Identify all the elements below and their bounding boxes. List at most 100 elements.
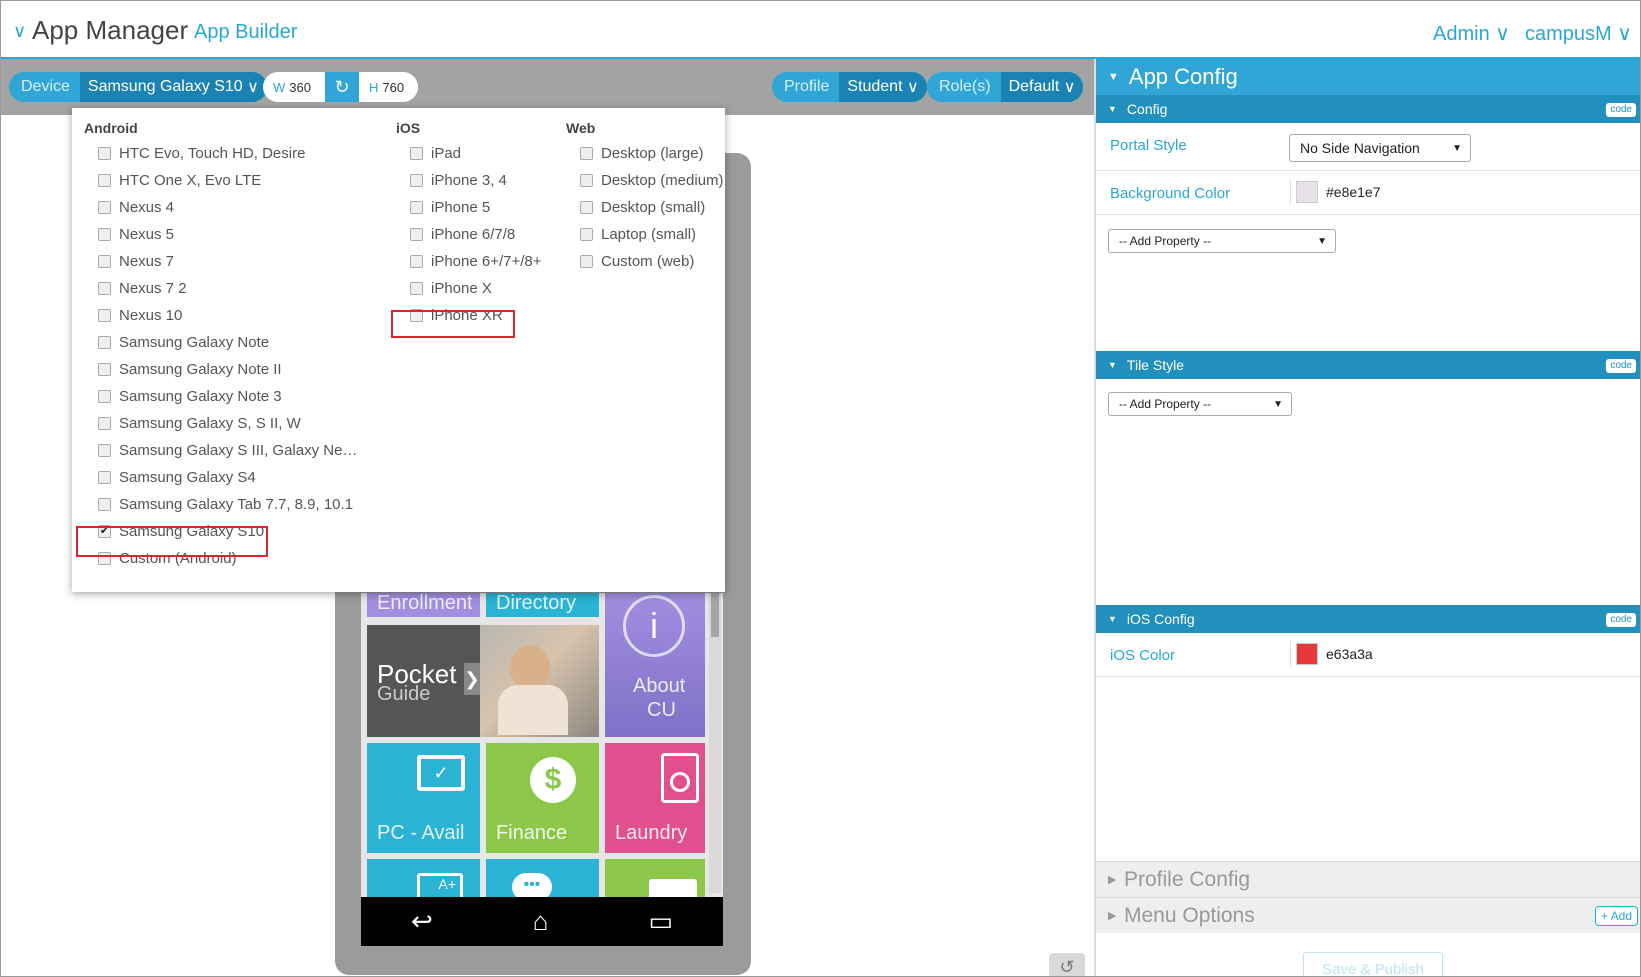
device-option[interactable]: iPhone 6+/7+/8+ bbox=[396, 248, 542, 275]
checkbox-icon[interactable] bbox=[580, 201, 593, 214]
device-option[interactable]: Nexus 7 bbox=[84, 248, 357, 275]
device-option[interactable]: Samsung Galaxy Note II bbox=[84, 356, 357, 383]
device-option[interactable]: Samsung Galaxy Note 3 bbox=[84, 383, 357, 410]
preview-scrollbar[interactable] bbox=[709, 593, 721, 893]
checkbox-icon[interactable] bbox=[98, 228, 111, 241]
ios-color-swatch[interactable] bbox=[1296, 643, 1318, 665]
ios-config-code-button[interactable]: code bbox=[1606, 613, 1636, 627]
device-option[interactable]: Nexus 7 2 bbox=[84, 275, 357, 302]
profile-config-section[interactable]: ▶ Profile Config bbox=[1096, 861, 1640, 897]
device-option[interactable]: iPhone X bbox=[396, 275, 542, 302]
tile-directory[interactable]: Directory bbox=[486, 593, 599, 617]
checkbox-icon[interactable] bbox=[580, 147, 593, 160]
undo-icon[interactable]: ↺ bbox=[1049, 953, 1085, 976]
device-option[interactable]: Desktop (small) bbox=[566, 194, 724, 221]
save-publish-button[interactable]: Save & Publish bbox=[1303, 952, 1443, 976]
config-code-button[interactable]: code bbox=[1606, 103, 1636, 117]
device-label: Device bbox=[21, 78, 70, 95]
device-value[interactable]: Samsung Galaxy S10 ∨ bbox=[79, 72, 267, 102]
checkbox-icon[interactable] bbox=[98, 471, 111, 484]
ios-config-section-header[interactable]: ▼ iOS Config code bbox=[1096, 605, 1640, 633]
checkbox-icon[interactable] bbox=[98, 498, 111, 511]
device-option[interactable]: Samsung Galaxy S III, Galaxy Ne… bbox=[84, 437, 357, 464]
device-option[interactable]: Desktop (large) bbox=[566, 140, 724, 167]
tile-enrollment[interactable]: Enrollment bbox=[367, 593, 480, 617]
tile-finance[interactable]: $ Finance bbox=[486, 743, 599, 853]
checkbox-icon[interactable] bbox=[98, 174, 111, 187]
checkbox-icon[interactable] bbox=[580, 174, 593, 187]
menu-options-section[interactable]: ▶ Menu Options + Add bbox=[1096, 897, 1640, 933]
org-menu[interactable]: campusM ∨ bbox=[1525, 21, 1632, 46]
height-value[interactable]: 760 bbox=[382, 80, 418, 95]
device-option[interactable]: Samsung Galaxy S, S II, W bbox=[84, 410, 357, 437]
checkbox-icon[interactable] bbox=[580, 255, 593, 268]
config-add-property-select[interactable]: -- Add Property -- ▼ bbox=[1108, 229, 1336, 253]
device-option[interactable]: Nexus 4 bbox=[84, 194, 357, 221]
width-value[interactable]: 360 bbox=[289, 80, 325, 95]
checkbox-icon[interactable] bbox=[98, 282, 111, 295]
back-icon[interactable]: ↩ bbox=[411, 906, 433, 937]
device-option[interactable]: iPhone 5 bbox=[396, 194, 542, 221]
device-option[interactable]: Custom (web) bbox=[566, 248, 724, 275]
preview-scroll-thumb[interactable] bbox=[711, 593, 719, 637]
checkbox-icon[interactable] bbox=[580, 228, 593, 241]
width-field[interactable]: W 360 ↻ H 760 bbox=[263, 72, 419, 102]
tile-style-section-header[interactable]: ▼ Tile Style code bbox=[1096, 351, 1640, 379]
app-config-title[interactable]: ▼ App Config bbox=[1096, 59, 1640, 95]
checkbox-icon[interactable] bbox=[410, 228, 423, 241]
app-builder-link[interactable]: App Builder bbox=[194, 21, 297, 44]
tile-style-add-property-select[interactable]: -- Add Property -- ▼ bbox=[1108, 392, 1292, 416]
checkbox-icon[interactable] bbox=[98, 417, 111, 430]
home-icon[interactable]: ⌂ bbox=[533, 906, 549, 937]
tile-about-cu[interactable]: i About CU bbox=[605, 593, 705, 737]
checkbox-icon[interactable] bbox=[410, 201, 423, 214]
background-color-swatch[interactable] bbox=[1296, 181, 1318, 203]
refresh-icon[interactable]: ↻ bbox=[324, 72, 359, 102]
caret-right-icon: ▶ bbox=[1108, 874, 1117, 886]
device-option[interactable]: HTC Evo, Touch HD, Desire bbox=[84, 140, 357, 167]
ios-color-value[interactable]: e63a3a bbox=[1326, 646, 1373, 662]
device-option[interactable]: iPad bbox=[396, 140, 542, 167]
device-option[interactable]: Samsung Galaxy Note bbox=[84, 329, 357, 356]
profile-selector[interactable]: Profile Student ∨ bbox=[772, 72, 927, 102]
tile-pc-avail[interactable]: ✓ PC - Avail bbox=[367, 743, 480, 853]
device-option[interactable]: iPhone 6/7/8 bbox=[396, 221, 542, 248]
roles-value[interactable]: Default ∨ bbox=[1000, 72, 1084, 102]
device-option[interactable]: Laptop (small) bbox=[566, 221, 724, 248]
tile-laundry[interactable]: Laundry bbox=[605, 743, 705, 853]
device-option[interactable]: HTC One X, Evo LTE bbox=[84, 167, 357, 194]
background-color-value[interactable]: #e8e1e7 bbox=[1326, 184, 1381, 200]
tile-pocket-guide[interactable]: Pocket Guide ❯ bbox=[367, 625, 480, 737]
device-selector[interactable]: Device Samsung Galaxy S10 ∨ bbox=[9, 72, 267, 102]
checkbox-icon[interactable] bbox=[98, 363, 111, 376]
checkbox-icon[interactable] bbox=[410, 147, 423, 160]
device-option-label: iPhone 5 bbox=[431, 199, 491, 216]
add-menu-option-button[interactable]: + Add bbox=[1594, 906, 1638, 926]
checkbox-icon[interactable] bbox=[98, 309, 111, 322]
chevron-down-icon[interactable]: ∨ bbox=[13, 21, 26, 42]
admin-menu[interactable]: Admin ∨ bbox=[1433, 21, 1510, 46]
recents-icon[interactable]: ▭ bbox=[648, 906, 673, 937]
checkbox-icon[interactable] bbox=[98, 444, 111, 457]
portal-style-select[interactable]: No Side Navigation ▼ bbox=[1289, 134, 1471, 162]
device-option[interactable]: Nexus 10 bbox=[84, 302, 357, 329]
profile-value[interactable]: Student ∨ bbox=[839, 72, 927, 102]
checkbox-icon[interactable] bbox=[98, 336, 111, 349]
config-section-header[interactable]: ▼ Config code bbox=[1096, 95, 1640, 123]
checkbox-icon[interactable] bbox=[410, 255, 423, 268]
checkbox-icon[interactable] bbox=[98, 255, 111, 268]
device-option[interactable]: iPhone 3, 4 bbox=[396, 167, 542, 194]
checkbox-icon[interactable] bbox=[410, 282, 423, 295]
checkbox-icon[interactable] bbox=[98, 201, 111, 214]
chevron-right-icon[interactable]: ❯ bbox=[464, 663, 480, 695]
checkbox-icon[interactable] bbox=[98, 147, 111, 160]
checkbox-icon[interactable] bbox=[98, 390, 111, 403]
device-option[interactable]: Samsung Galaxy Tab 7.7, 8.9, 10.1 bbox=[84, 491, 357, 518]
device-option[interactable]: Desktop (medium) bbox=[566, 167, 724, 194]
checkbox-icon[interactable] bbox=[410, 174, 423, 187]
tile-style-code-button[interactable]: code bbox=[1606, 359, 1636, 373]
device-option[interactable]: Samsung Galaxy S4 bbox=[84, 464, 357, 491]
device-option[interactable]: Nexus 5 bbox=[84, 221, 357, 248]
roles-selector[interactable]: Role(s) Default ∨ bbox=[927, 72, 1084, 102]
profile-value-text: Student bbox=[847, 78, 903, 95]
